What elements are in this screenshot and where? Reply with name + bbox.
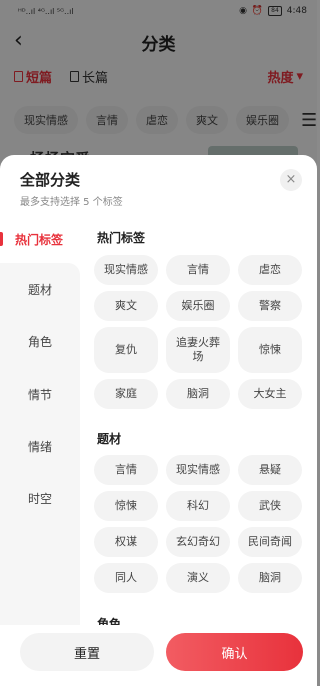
reset-button[interactable]: 重置 (20, 633, 154, 671)
sidebar-item-role[interactable]: 角色 (0, 329, 80, 353)
tag[interactable]: 脑洞 (166, 379, 230, 409)
close-button[interactable]: × (280, 169, 302, 191)
tag[interactable]: 惊悚 (238, 327, 302, 373)
tag[interactable]: 武侠 (238, 491, 302, 521)
tag[interactable]: 复仇 (94, 327, 158, 373)
tag[interactable]: 爽文 (94, 291, 158, 321)
tag[interactable]: 悬疑 (238, 455, 302, 485)
category-sheet: 全部分类 最多支持选择 5 个标签 × 热门标签 题材 角色 情节 情绪 时空 … (0, 155, 317, 686)
tag-list: 热门标签 现实情感 言情 虐恋 爽文 娱乐圈 警察 复仇 追妻火葬场 惊悚 家庭… (94, 227, 309, 627)
tag[interactable]: 惊悚 (94, 491, 158, 521)
sidebar-item-hot[interactable]: 热门标签 (0, 227, 80, 251)
tag[interactable]: 科幻 (166, 491, 230, 521)
sheet-subtitle: 最多支持选择 5 个标签 (20, 197, 123, 208)
sheet-title: 全部分类 (20, 171, 81, 189)
tag[interactable]: 虐恋 (238, 255, 302, 285)
tag[interactable]: 言情 (166, 255, 230, 285)
tag[interactable]: 追妻火葬场 (166, 327, 230, 373)
sidebar-item-theme[interactable]: 题材 (0, 277, 80, 301)
confirm-button[interactable]: 确认 (166, 633, 303, 671)
tag[interactable]: 现实情感 (94, 255, 158, 285)
sidebar-item-plot[interactable]: 情节 (0, 382, 80, 406)
tag[interactable]: 现实情感 (166, 455, 230, 485)
tag[interactable]: 同人 (94, 563, 158, 593)
tag[interactable]: 脑洞 (238, 563, 302, 593)
sheet-footer: 重置 确认 (0, 625, 317, 686)
tag[interactable]: 演义 (166, 563, 230, 593)
tag[interactable]: 权谋 (94, 527, 158, 557)
sidebar-item-emotion[interactable]: 情绪 (0, 434, 80, 458)
section-title: 题材 (97, 432, 122, 446)
tag[interactable]: 民间奇闻 (238, 527, 302, 557)
tag[interactable]: 家庭 (94, 379, 158, 409)
sidebar-item-era[interactable]: 时空 (0, 486, 80, 510)
category-sidebar: 热门标签 题材 角色 情节 情绪 时空 (0, 227, 80, 627)
section-title: 热门标签 (97, 231, 146, 245)
tag[interactable]: 警察 (238, 291, 302, 321)
tag[interactable]: 玄幻奇幻 (166, 527, 230, 557)
tag[interactable]: 娱乐圈 (166, 291, 230, 321)
tag[interactable]: 言情 (94, 455, 158, 485)
tag[interactable]: 大女主 (238, 379, 302, 409)
close-icon: × (285, 172, 297, 187)
